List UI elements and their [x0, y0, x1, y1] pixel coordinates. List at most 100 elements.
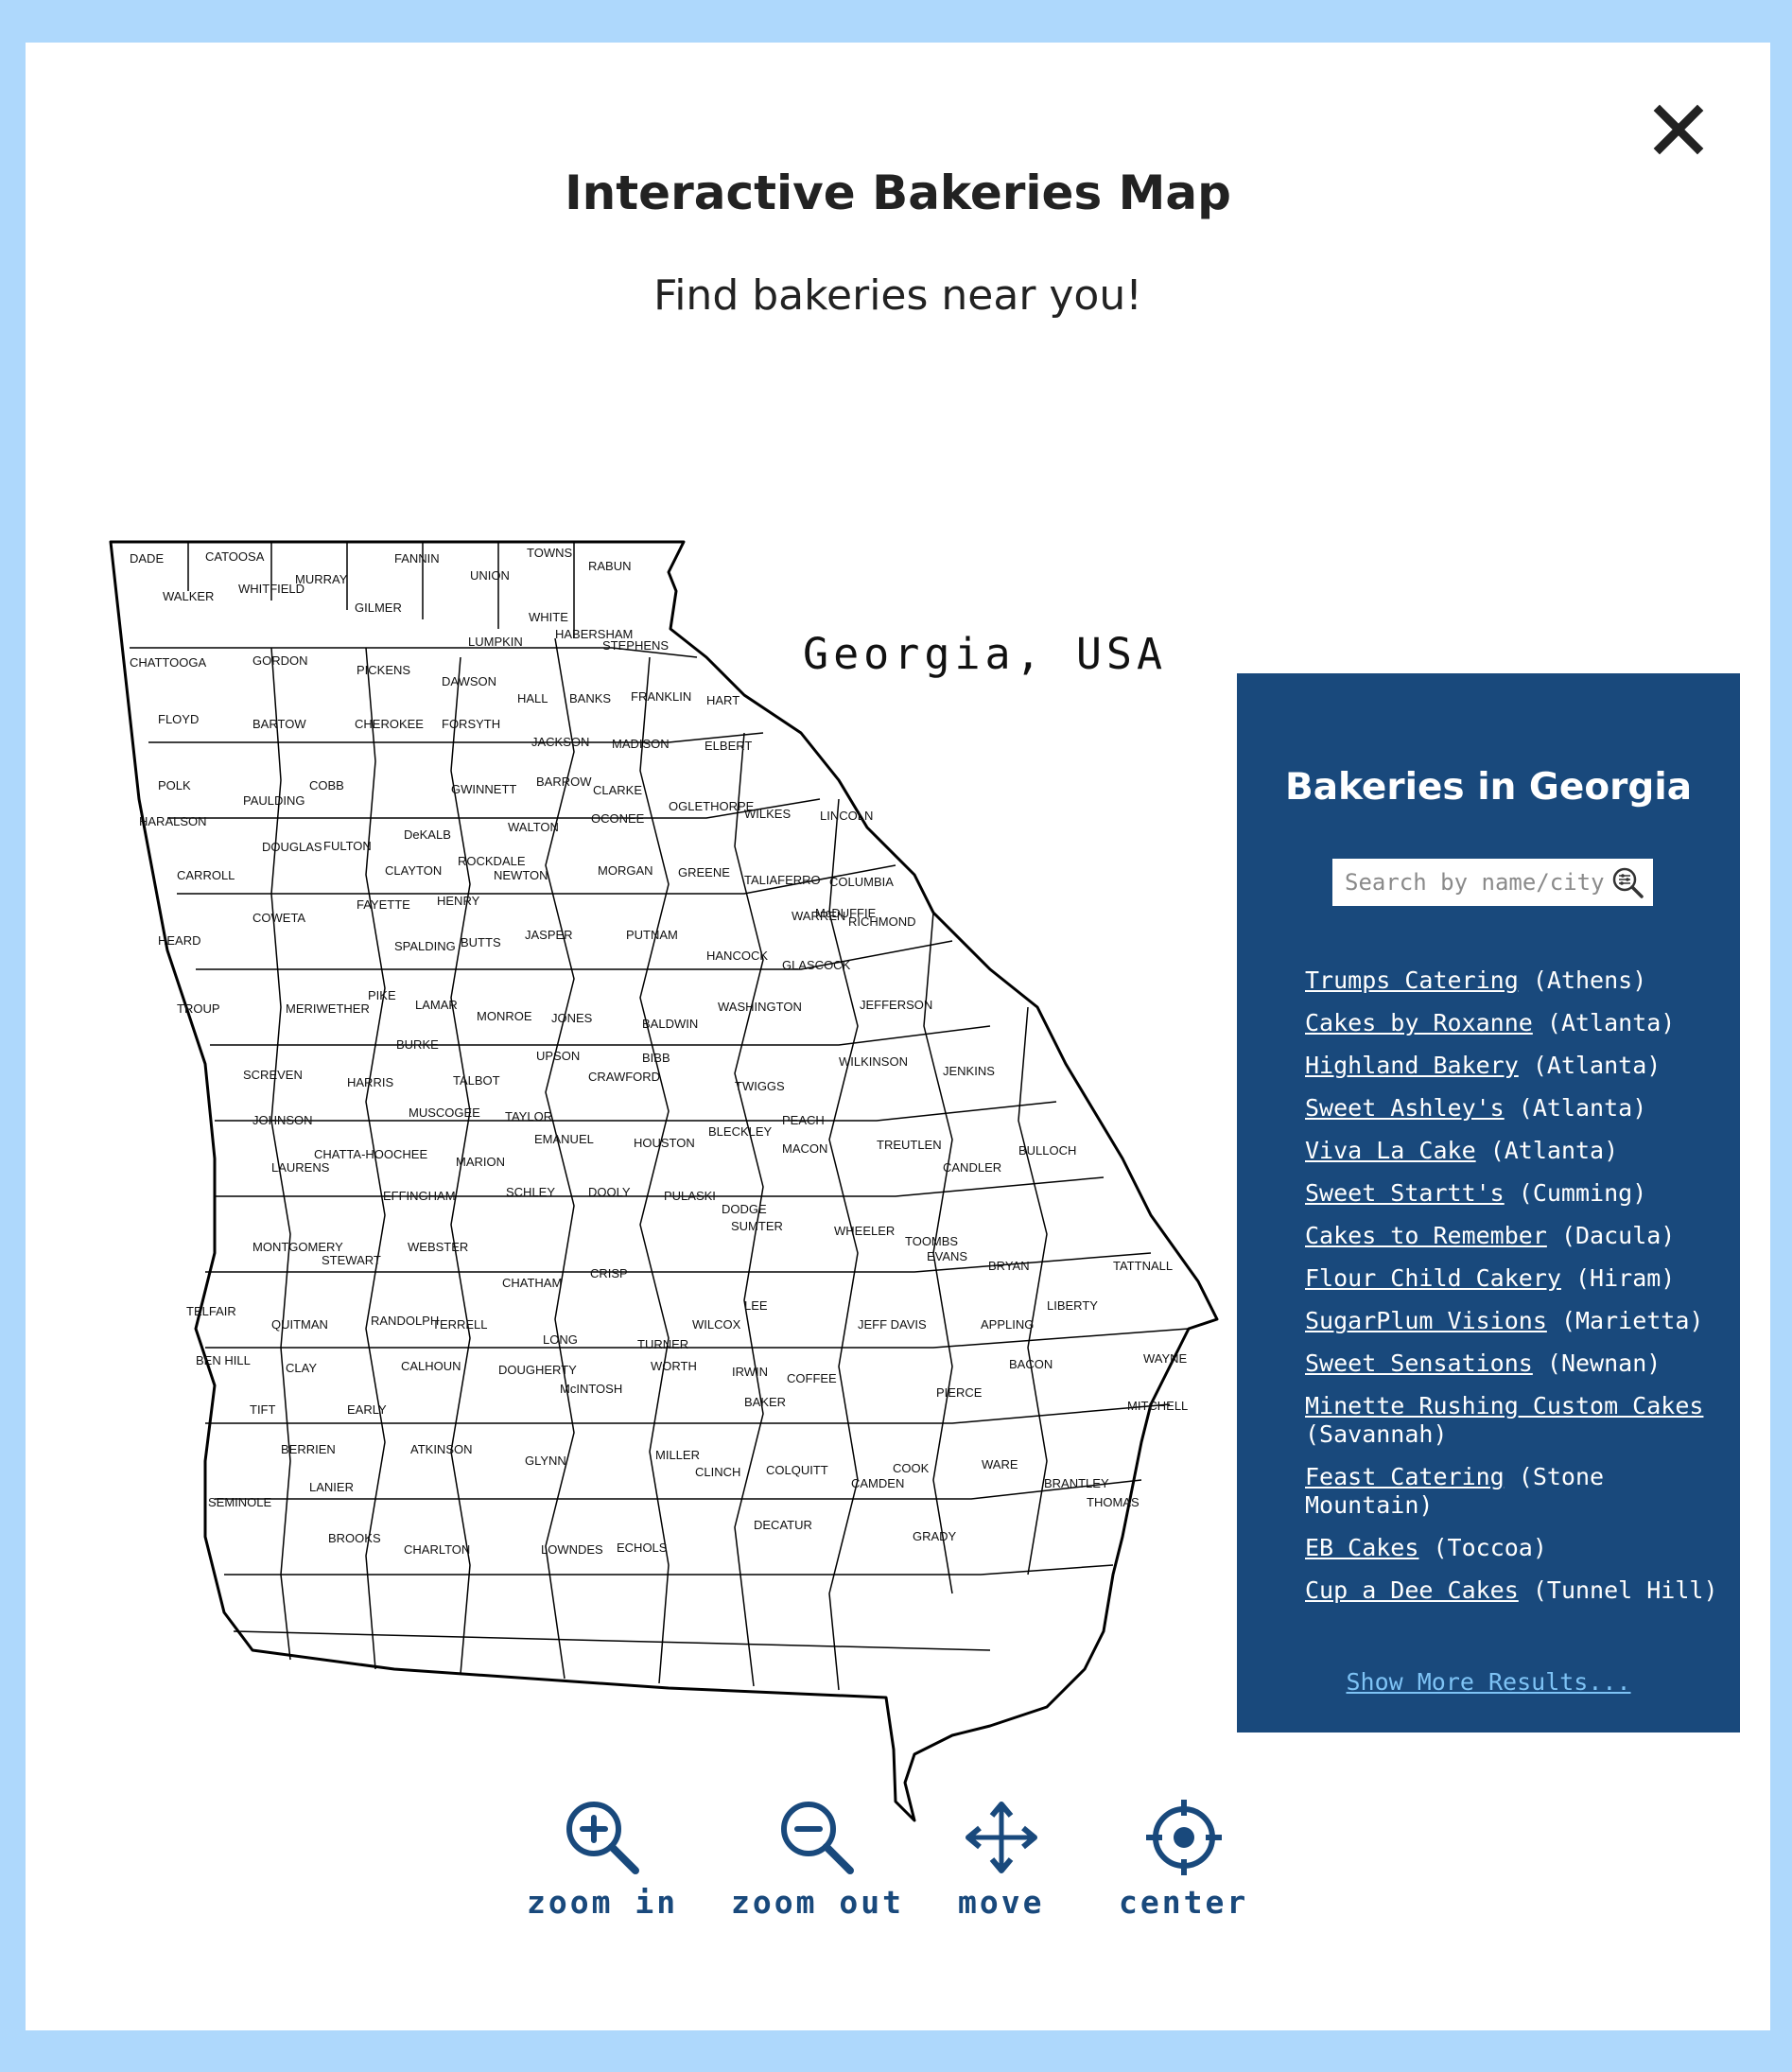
county-label: DADE [130, 551, 164, 566]
county-label: LAMAR [415, 998, 458, 1012]
county-label: GILMER [355, 601, 402, 615]
zoom-in-button[interactable]: zoom in [527, 1797, 678, 1921]
county-label: DOOLY [588, 1185, 631, 1199]
bakery-link[interactable]: Cakes to Remember [1305, 1222, 1547, 1249]
county-label: WHITE [529, 610, 568, 624]
county-label: HARRIS [347, 1075, 393, 1089]
county-label: MACON [782, 1141, 827, 1156]
county-label: HEARD [158, 933, 201, 948]
county-label: GLYNN [525, 1454, 566, 1468]
bakery-list-item: Viva La Cake (Atlanta) [1305, 1137, 1721, 1165]
bakery-link[interactable]: Feast Catering [1305, 1463, 1505, 1490]
county-label: DAWSON [442, 674, 496, 688]
center-icon [1145, 1800, 1222, 1875]
county-label: HOUSTON [634, 1136, 695, 1150]
county-label: COOK [893, 1461, 930, 1475]
bakery-list-item: Cup a Dee Cakes (Tunnel Hill) [1305, 1576, 1721, 1605]
bakery-city: (Atlanta) [1546, 1009, 1676, 1036]
county-label: PEACH [782, 1113, 825, 1127]
search-filter-icon[interactable] [1610, 865, 1644, 899]
county-label: WEBSTER [408, 1240, 468, 1254]
county-label: CAMDEN [851, 1476, 904, 1490]
bakery-city: (Atlanta) [1532, 1052, 1662, 1079]
bakery-list-item: EB Cakes (Toccoa) [1305, 1534, 1721, 1562]
county-label: OGLETHORPE [669, 799, 755, 813]
county-label: WAYNE [1143, 1351, 1188, 1366]
county-label: CHATTA-HOOCHEE [314, 1147, 427, 1161]
county-label: PICKENS [357, 663, 410, 677]
county-label: JEFFERSON [860, 998, 932, 1012]
county-label: BULLOCH [1018, 1143, 1076, 1158]
bakery-link[interactable]: Viva La Cake [1305, 1137, 1476, 1164]
county-label: FRANKLIN [631, 689, 691, 704]
county-label: APPLING [981, 1317, 1034, 1332]
county-label: MUSCOGEE [409, 1106, 480, 1120]
county-label: CRISP [590, 1266, 628, 1280]
center-button[interactable]: center [1119, 1797, 1248, 1921]
county-label: TALIAFERRO [744, 873, 821, 887]
zoom-in-label: zoom in [527, 1884, 679, 1921]
bakery-city: (Marietta) [1560, 1307, 1704, 1334]
county-label: LAURENS [271, 1160, 330, 1175]
county-label: BURKE [396, 1037, 439, 1052]
county-label: WALKER [163, 589, 214, 603]
bakery-link[interactable]: Sweet Ashley's [1305, 1094, 1505, 1122]
county-label: WILCOX [692, 1317, 741, 1332]
bakery-list-item: Minette Rushing Custom Cakes (Savannah) [1305, 1392, 1721, 1449]
county-label: TIFT [250, 1402, 275, 1417]
county-label: WASHINGTON [718, 1000, 802, 1014]
county-label: TATTNALL [1113, 1259, 1173, 1273]
county-label: CLAY [286, 1361, 317, 1375]
county-label: WARE [982, 1457, 1018, 1471]
county-label: CRAWFORD [588, 1070, 660, 1084]
bakery-list-item: Highland Bakery (Atlanta) [1305, 1052, 1721, 1080]
bakery-link[interactable]: Cakes by Roxanne [1305, 1009, 1533, 1036]
county-label: BIBB [642, 1051, 670, 1065]
county-label: SCREVEN [243, 1068, 303, 1082]
bakery-link[interactable]: Sweet Sensations [1305, 1349, 1533, 1377]
county-label: STEWART [322, 1253, 381, 1267]
county-label: SPALDING [394, 939, 456, 953]
county-label: CANDLER [943, 1160, 1001, 1175]
center-label: center [1119, 1884, 1249, 1921]
zoom-out-button[interactable]: zoom out [731, 1797, 904, 1921]
bakery-link[interactable]: Flour Child Cakery [1305, 1264, 1561, 1292]
bakery-list-item: Cakes to Remember (Dacula) [1305, 1222, 1721, 1250]
bakery-link[interactable]: SugarPlum Visions [1305, 1307, 1547, 1334]
county-label: EVANS [927, 1249, 967, 1263]
bakery-list-item: Trumps Catering (Athens) [1305, 966, 1721, 995]
county-label: COWETA [252, 911, 305, 925]
bakery-link[interactable]: Highland Bakery [1305, 1052, 1519, 1079]
county-label: MERIWETHER [286, 1001, 370, 1016]
bakery-link[interactable]: EB Cakes [1305, 1534, 1418, 1561]
county-label: TOOMBS [905, 1234, 958, 1248]
zoom-out-icon [781, 1802, 855, 1874]
county-label: SCHLEY [506, 1185, 555, 1199]
search-input[interactable] [1332, 859, 1607, 906]
georgia-county-map[interactable]: DADE CATOOSA FANNIN TOWNS UNION RABUN WALKER WH… [82, 496, 1255, 1858]
move-button[interactable]: move [958, 1797, 1044, 1921]
county-label: TROUP [177, 1001, 220, 1016]
bakery-list-item: Sweet Ashley's (Atlanta) [1305, 1094, 1721, 1123]
county-label: UPSON [536, 1049, 580, 1063]
county-label: EMANUEL [534, 1132, 594, 1146]
county-label: BARROW [536, 775, 592, 789]
county-label: FLOYD [158, 712, 199, 726]
bakery-link[interactable]: Trumps Catering [1305, 966, 1519, 994]
bakery-link[interactable]: Cup a Dee Cakes [1305, 1576, 1519, 1604]
bakery-city: (Cumming) [1518, 1179, 1647, 1207]
bakery-link[interactable]: Minette Rushing Custom Cakes [1305, 1392, 1703, 1419]
bakery-city: (Newnan) [1546, 1349, 1662, 1377]
county-label: TALBOT [453, 1073, 500, 1088]
county-label: WARREN [792, 909, 845, 923]
bakeries-panel: Bakeries in Georgia Trumps Catering (Ath… [1237, 673, 1740, 1732]
county-label: TOWNS [527, 546, 572, 560]
bakery-link[interactable]: Sweet Startt's [1305, 1179, 1505, 1207]
county-label: TELFAIR [186, 1304, 236, 1318]
county-label: TWIGGS [735, 1079, 785, 1093]
bakery-list-item: Flour Child Cakery (Hiram) [1305, 1264, 1721, 1293]
show-more-link[interactable]: Show More Results... [1237, 1668, 1740, 1696]
county-label: WILKES [744, 807, 791, 821]
close-icon[interactable] [1650, 101, 1707, 158]
county-label: MONTGOMERY [252, 1240, 343, 1254]
